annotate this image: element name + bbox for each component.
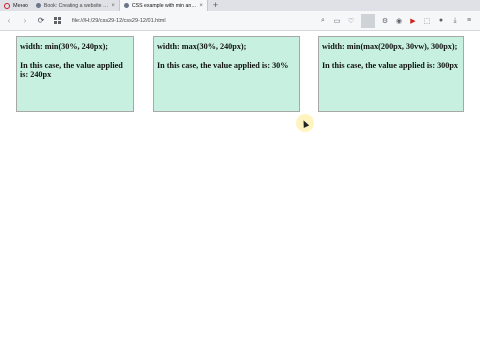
back-icon[interactable]: ‹ [2,14,16,28]
example-box-max: width: max(30%, 240px); In this case, th… [153,36,300,112]
opera-logo-icon [4,2,10,9]
minimize-button[interactable] [438,0,452,11]
menu-icon[interactable]: ≡ [462,14,476,28]
globe-icon [35,3,41,8]
address-field[interactable]: file:///H:/29/css29-12/css29-12/01.html [72,18,302,24]
page-content: width: min(30%, 240px); In this case, th… [0,31,480,360]
window-controls [438,0,480,11]
tab-css-example[interactable]: CSS example with min and m... × [119,0,208,11]
heart-icon[interactable]: ♡ [344,14,358,28]
example-box-min-max: width: min(max(200px, 30vw), 300px); In … [318,36,464,112]
menu-label: Меню [13,2,28,9]
tab-title: CSS example with min and m... [131,2,198,9]
globe-icon [123,3,129,8]
camera-icon[interactable]: ◉ [392,14,406,28]
youtube-icon[interactable]: ▶ [406,14,420,28]
box-result: In this case, the value applied is: 300p… [322,60,459,70]
tab-strip: Меню Book: Creating a website u... × CSS… [0,0,480,11]
download-icon[interactable]: ⤓ [448,14,462,28]
opera-menu-button[interactable]: Меню [0,0,32,11]
speed-dial-icon[interactable] [50,14,64,28]
box-rule: width: max(30%, 240px); [157,42,247,51]
close-icon[interactable]: × [199,3,203,9]
box-rule: width: min(max(200px, 30vw), 300px); [322,42,458,51]
box-result: In this case, the value applied is: 240p… [20,60,123,80]
forward-icon[interactable]: › [18,14,32,28]
tab-book[interactable]: Book: Creating a website u... × [32,0,120,11]
box-result: In this case, the value applied is: 30% [157,60,289,70]
snapshot-icon[interactable]: ▭ [330,14,344,28]
example-box-min: width: min(30%, 240px); In this case, th… [16,36,134,112]
close-window-button[interactable] [466,0,480,11]
close-icon[interactable]: × [111,3,115,9]
box-rule: width: min(30%, 240px); [20,42,109,51]
toolbar-divider [361,13,375,28]
search-icon[interactable]: ⌕ [316,14,330,28]
maximize-button[interactable] [452,0,466,11]
new-tab-button[interactable]: + [208,0,223,11]
address-toolbar: ‹ › ⟳ file:///H:/29/css29-12/css29-12/01… [0,11,480,31]
settings-icon[interactable]: ⚙ [378,14,392,28]
extension-icon[interactable]: ⬚ [420,14,434,28]
toolbar-icons: ⌕ ▭ ♡ ⚙ ◉ ▶ ⬚ ● ⤓ ≡ [316,13,480,28]
profile-icon[interactable]: ● [434,14,448,28]
reload-icon[interactable]: ⟳ [34,14,48,28]
tab-title: Book: Creating a website u... [43,2,110,9]
